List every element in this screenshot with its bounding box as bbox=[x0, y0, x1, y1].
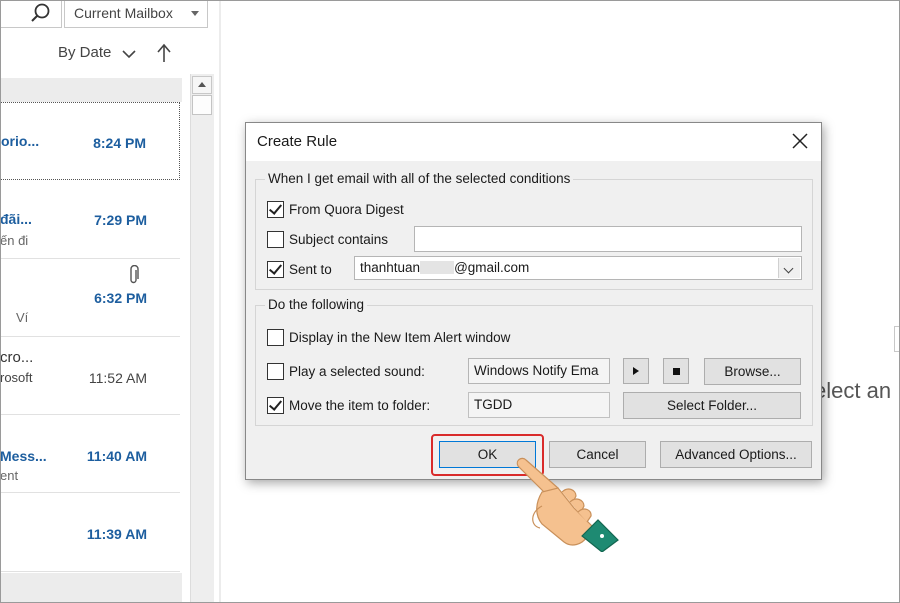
folder-input[interactable]: TGDD bbox=[468, 392, 610, 418]
scroll-up-button[interactable] bbox=[192, 76, 212, 94]
from-label: From Quora Digest bbox=[289, 202, 404, 217]
chevron-down-icon[interactable] bbox=[778, 258, 800, 278]
scroll-up-arrow-icon bbox=[198, 82, 206, 87]
subject-condition[interactable]: Subject contains bbox=[267, 231, 388, 248]
conditions-group: When I get email with all of the selecte… bbox=[255, 171, 813, 290]
reading-pane-edge bbox=[894, 326, 900, 352]
stop-icon[interactable] bbox=[663, 358, 689, 384]
mail-time: 11:40 AM bbox=[86, 448, 147, 464]
mailbox-scope-label: Current Mailbox bbox=[74, 5, 173, 21]
sent-to-label: Sent to bbox=[289, 262, 332, 277]
list-group-header bbox=[0, 78, 182, 102]
subject-label: Subject contains bbox=[289, 232, 389, 247]
mail-sender: orio... bbox=[1, 133, 40, 149]
mail-time: 11:52 AM bbox=[88, 370, 147, 386]
mail-list-item[interactable]: cro... rosoft 11:52 AM bbox=[0, 337, 180, 415]
from-condition[interactable]: From Quora Digest bbox=[267, 201, 404, 218]
search-box[interactable] bbox=[0, 0, 62, 28]
pointing-hand-icon bbox=[516, 457, 619, 552]
mail-time: 7:29 PM bbox=[94, 212, 147, 228]
sent-to-value-prefix: thanhtuan bbox=[360, 260, 421, 275]
actions-group: Do the following Display in the New Item… bbox=[255, 297, 813, 426]
mail-list-item[interactable]: 11:39 AM bbox=[0, 494, 180, 572]
mail-list-item[interactable]: Ví 6:32 PM bbox=[0, 259, 180, 337]
dialog-titlebar[interactable]: Create Rule bbox=[246, 123, 821, 161]
subject-input[interactable] bbox=[414, 226, 802, 252]
mailbox-scope-dropdown[interactable]: Current Mailbox bbox=[64, 0, 208, 28]
move-checkbox[interactable] bbox=[267, 397, 284, 414]
close-icon[interactable] bbox=[789, 130, 811, 152]
alert-checkbox[interactable] bbox=[267, 329, 284, 346]
mail-list-scrollbar[interactable] bbox=[190, 74, 214, 603]
dialog-title: Create Rule bbox=[257, 133, 338, 150]
mail-time: 8:24 PM bbox=[93, 135, 146, 151]
alert-label: Display in the New Item Alert window bbox=[289, 330, 511, 345]
sort-arrow-icon[interactable] bbox=[156, 43, 172, 63]
browse-button[interactable]: Browse... bbox=[704, 358, 801, 385]
paperclip-icon bbox=[130, 265, 139, 284]
sound-action[interactable]: Play a selected sound: bbox=[267, 363, 425, 380]
from-checkbox[interactable] bbox=[267, 201, 284, 218]
subject-checkbox[interactable] bbox=[267, 231, 284, 248]
scrollbar-thumb[interactable] bbox=[192, 95, 212, 115]
mail-sender: đãi... bbox=[0, 211, 32, 227]
move-action[interactable]: Move the item to folder: bbox=[267, 397, 430, 414]
mail-list-item[interactable]: orio... 8:24 PM bbox=[0, 102, 180, 180]
pane-divider[interactable] bbox=[219, 0, 221, 603]
mail-list-item[interactable]: Mess... ent 11:40 AM bbox=[0, 415, 180, 493]
sent-to-dropdown[interactable]: thanhtuan @gmail.com bbox=[354, 256, 802, 280]
alert-action[interactable]: Display in the New Item Alert window bbox=[267, 329, 510, 346]
sent-to-condition[interactable]: Sent to bbox=[267, 261, 332, 278]
chevron-down-icon[interactable] bbox=[122, 49, 136, 59]
mail-preview: Ví bbox=[16, 310, 29, 325]
actions-group-title: Do the following bbox=[265, 297, 368, 312]
reading-pane-message: elect an bbox=[814, 378, 892, 403]
mail-time: 11:39 AM bbox=[86, 526, 147, 542]
mail-preview: ent bbox=[0, 468, 19, 483]
mail-sender: Mess... bbox=[0, 448, 47, 464]
mail-time: 6:32 PM bbox=[94, 290, 147, 306]
move-label: Move the item to folder: bbox=[289, 398, 431, 413]
play-icon[interactable] bbox=[623, 358, 649, 384]
redacted-text bbox=[420, 261, 455, 274]
sound-checkbox[interactable] bbox=[267, 363, 284, 380]
mail-sender: cro... bbox=[0, 349, 34, 366]
mail-preview: rosoft bbox=[0, 370, 33, 385]
search-icon[interactable] bbox=[30, 2, 52, 24]
sort-by-button[interactable]: By Date bbox=[58, 44, 111, 61]
list-group-footer bbox=[0, 573, 182, 603]
sent-to-checkbox[interactable] bbox=[267, 261, 284, 278]
advanced-options-button[interactable]: Advanced Options... bbox=[660, 441, 812, 468]
mail-preview: ến đi bbox=[0, 233, 29, 248]
dropdown-caret-icon bbox=[191, 11, 199, 16]
create-rule-dialog: Create Rule When I get email with all of… bbox=[245, 122, 822, 480]
conditions-group-title: When I get email with all of the selecte… bbox=[265, 171, 574, 186]
sound-label: Play a selected sound: bbox=[289, 364, 425, 379]
mail-list-item[interactable]: đãi... ến đi 7:29 PM bbox=[0, 181, 180, 259]
select-folder-button[interactable]: Select Folder... bbox=[623, 392, 801, 419]
sent-to-value-suffix: @gmail.com bbox=[454, 260, 530, 275]
sound-file-input[interactable]: Windows Notify Ema bbox=[468, 358, 610, 384]
